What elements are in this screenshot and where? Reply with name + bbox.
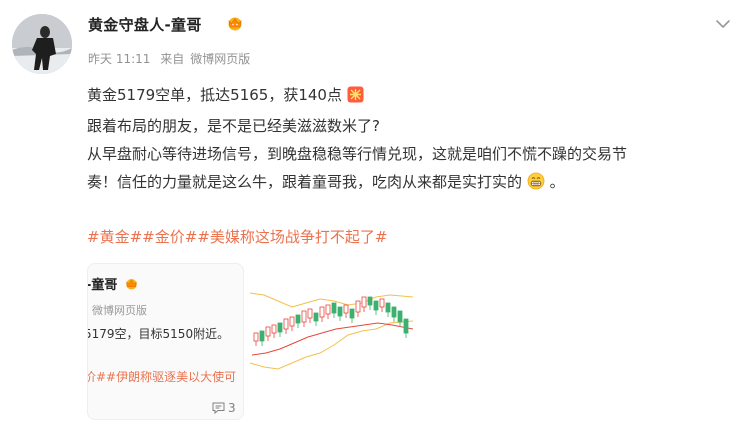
celebrate-emoji-icon	[347, 84, 364, 112]
candle-body	[307, 308, 313, 319]
candle-body	[259, 330, 265, 342]
candle-body	[361, 296, 367, 308]
grin-emoji-icon	[527, 171, 545, 199]
repost-author: -童哥	[87, 278, 118, 293]
candle-body	[271, 324, 277, 334]
candle-body	[253, 332, 259, 342]
candle-body	[289, 316, 295, 327]
crown-badge-icon	[226, 15, 244, 35]
tag-gold-price[interactable]: #金价#	[142, 228, 197, 246]
repost-card[interactable]: -童哥 微博网页版 5179空，目标5150附近。 价##伊朗称驱逐美以大使可 …	[87, 263, 244, 420]
candle-body	[367, 296, 373, 306]
candle-body	[325, 304, 331, 315]
content-line-1: 黄金5179空单，抵达5165，获140点	[87, 81, 742, 112]
candle-body	[277, 322, 283, 333]
author-avatar[interactable]	[12, 14, 72, 74]
content-text-4: 奏！信任的力量就是这么牛，跟着童哥我，吃肉从来都是实打实的	[87, 173, 523, 191]
topic-tags: #黄金##金价##美媒称这场战争打不起了#	[87, 225, 387, 249]
tag-gold[interactable]: #黄金#	[87, 228, 142, 246]
candle-body	[391, 306, 397, 318]
repost-text: 5179空，目标5150附近。	[87, 327, 230, 341]
content-period: 。	[549, 173, 565, 191]
source-prefix: 来自	[160, 52, 185, 66]
comment-icon	[212, 402, 225, 415]
candle-body	[355, 300, 361, 313]
post-source: 微博网页版	[190, 52, 251, 66]
content-line-2: 跟着布局的朋友，是不是已经美滋滋数米了?	[87, 117, 380, 135]
content-line-4: 奏！信任的力量就是这么牛，跟着童哥我，吃肉从来都是实打实的 。	[87, 168, 742, 199]
candle-body	[397, 310, 403, 323]
candle-body	[385, 302, 391, 313]
chevron-down-icon[interactable]	[715, 14, 731, 33]
candle-body	[379, 298, 385, 308]
candle-body	[295, 314, 301, 324]
repost-tags: 价##伊朗称驱逐美以大使可	[87, 370, 237, 384]
post-meta: 昨天 11:11 来自 微博网页版	[88, 50, 256, 67]
candle-body	[331, 302, 337, 314]
candle-body	[301, 310, 307, 323]
candle-body	[349, 308, 355, 319]
candle-body	[343, 304, 349, 314]
chart-image[interactable]	[250, 263, 413, 420]
candle-body	[319, 306, 325, 318]
comment-count[interactable]: 3	[212, 401, 236, 415]
candles	[253, 296, 409, 346]
candle-body	[403, 318, 409, 334]
post-time[interactable]: 昨天 11:11	[88, 52, 150, 66]
candle-body	[265, 326, 271, 337]
candle-body	[373, 300, 379, 311]
candle-body	[283, 318, 289, 330]
post-content: 黄金5179空单，抵达5165，获140点 跟着布局的朋友，是不是已经美滋滋数米…	[87, 81, 742, 199]
candlestick-chart	[250, 292, 413, 370]
author-name[interactable]: 黄金守盘人-童哥	[88, 14, 202, 35]
comment-count-text: 3	[228, 401, 236, 415]
content-line-3: 从早盘耐心等待进场信号，到晚盘稳稳等行情兑现，这就是咱们不慌不躁的交易节	[87, 145, 628, 163]
tag-war[interactable]: #美媒称这场战争打不起了#	[197, 228, 387, 246]
repost-meta: 微博网页版	[92, 304, 147, 317]
candle-body	[337, 306, 343, 317]
crown-badge-icon	[124, 275, 139, 294]
content-text-1: 黄金5179空单，抵达5165，获140点	[87, 86, 342, 104]
candle-body	[313, 312, 319, 322]
